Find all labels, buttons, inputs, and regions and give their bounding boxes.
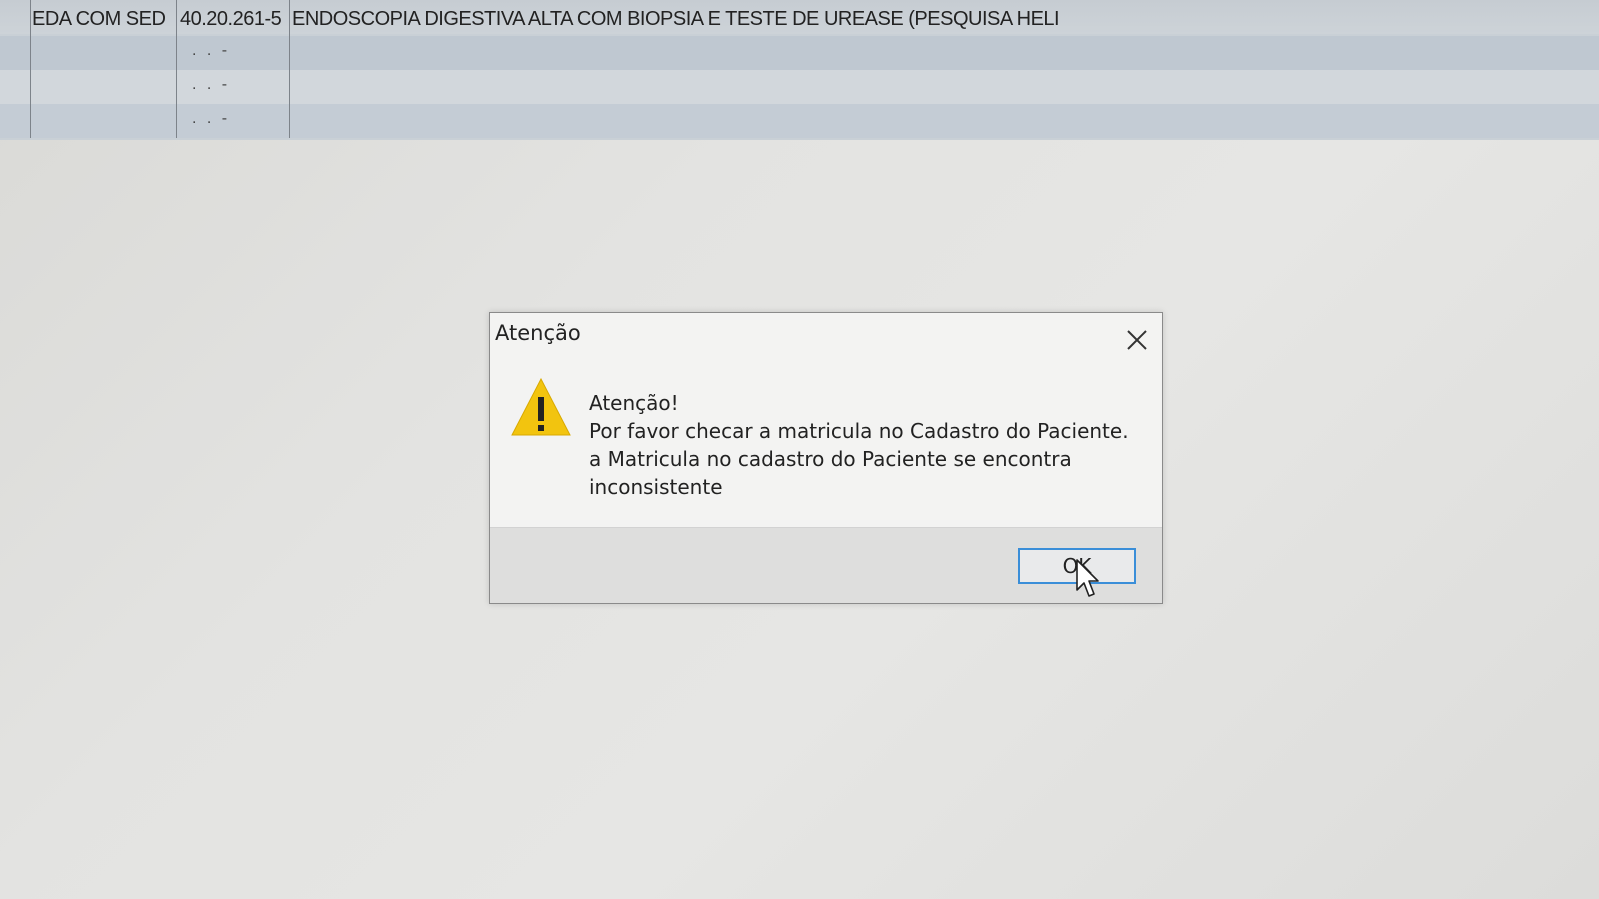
grid-cell-code[interactable]: . . - — [192, 104, 272, 138]
ok-button[interactable]: OK — [1018, 548, 1136, 584]
grid-row[interactable]: EDA COM SED 40.20.261-5 ENDOSCOPIA DIGES… — [0, 0, 1599, 34]
close-button[interactable] — [1122, 325, 1152, 355]
grid-cell-code[interactable]: . . - — [192, 36, 272, 70]
grid-row[interactable]: . . - — [0, 36, 1599, 70]
grid-cell-code[interactable]: 40.20.261-5 — [180, 0, 288, 34]
procedures-grid: EDA COM SED 40.20.261-5 ENDOSCOPIA DIGES… — [0, 0, 1599, 140]
dialog-message: Atenção! Por favor checar a matricula no… — [589, 389, 1149, 501]
close-icon — [1127, 330, 1147, 350]
message-line: inconsistente — [589, 475, 723, 499]
message-line: a Matricula no cadastro do Paciente se e… — [589, 447, 1072, 471]
grid-column-divider[interactable] — [176, 0, 177, 138]
grid-column-divider[interactable] — [289, 0, 290, 138]
attention-dialog: Atenção Atenção! Por favor checar a matr… — [489, 312, 1163, 604]
grid-row[interactable]: . . - — [0, 70, 1599, 104]
message-line: Por favor checar a matricula no Cadastro… — [589, 419, 1129, 443]
grid-cell-abbreviation[interactable]: EDA COM SED — [32, 0, 174, 34]
dialog-footer: OK — [490, 527, 1162, 603]
grid-column-divider[interactable] — [30, 0, 31, 138]
grid-cell-code[interactable]: . . - — [192, 70, 272, 104]
grid-cell-description[interactable]: ENDOSCOPIA DIGESTIVA ALTA COM BIOPSIA E … — [292, 0, 1582, 34]
message-line: Atenção! — [589, 391, 679, 415]
warning-icon — [511, 377, 571, 436]
dialog-title: Atenção — [495, 321, 581, 345]
grid-row[interactable]: . . - — [0, 104, 1599, 138]
